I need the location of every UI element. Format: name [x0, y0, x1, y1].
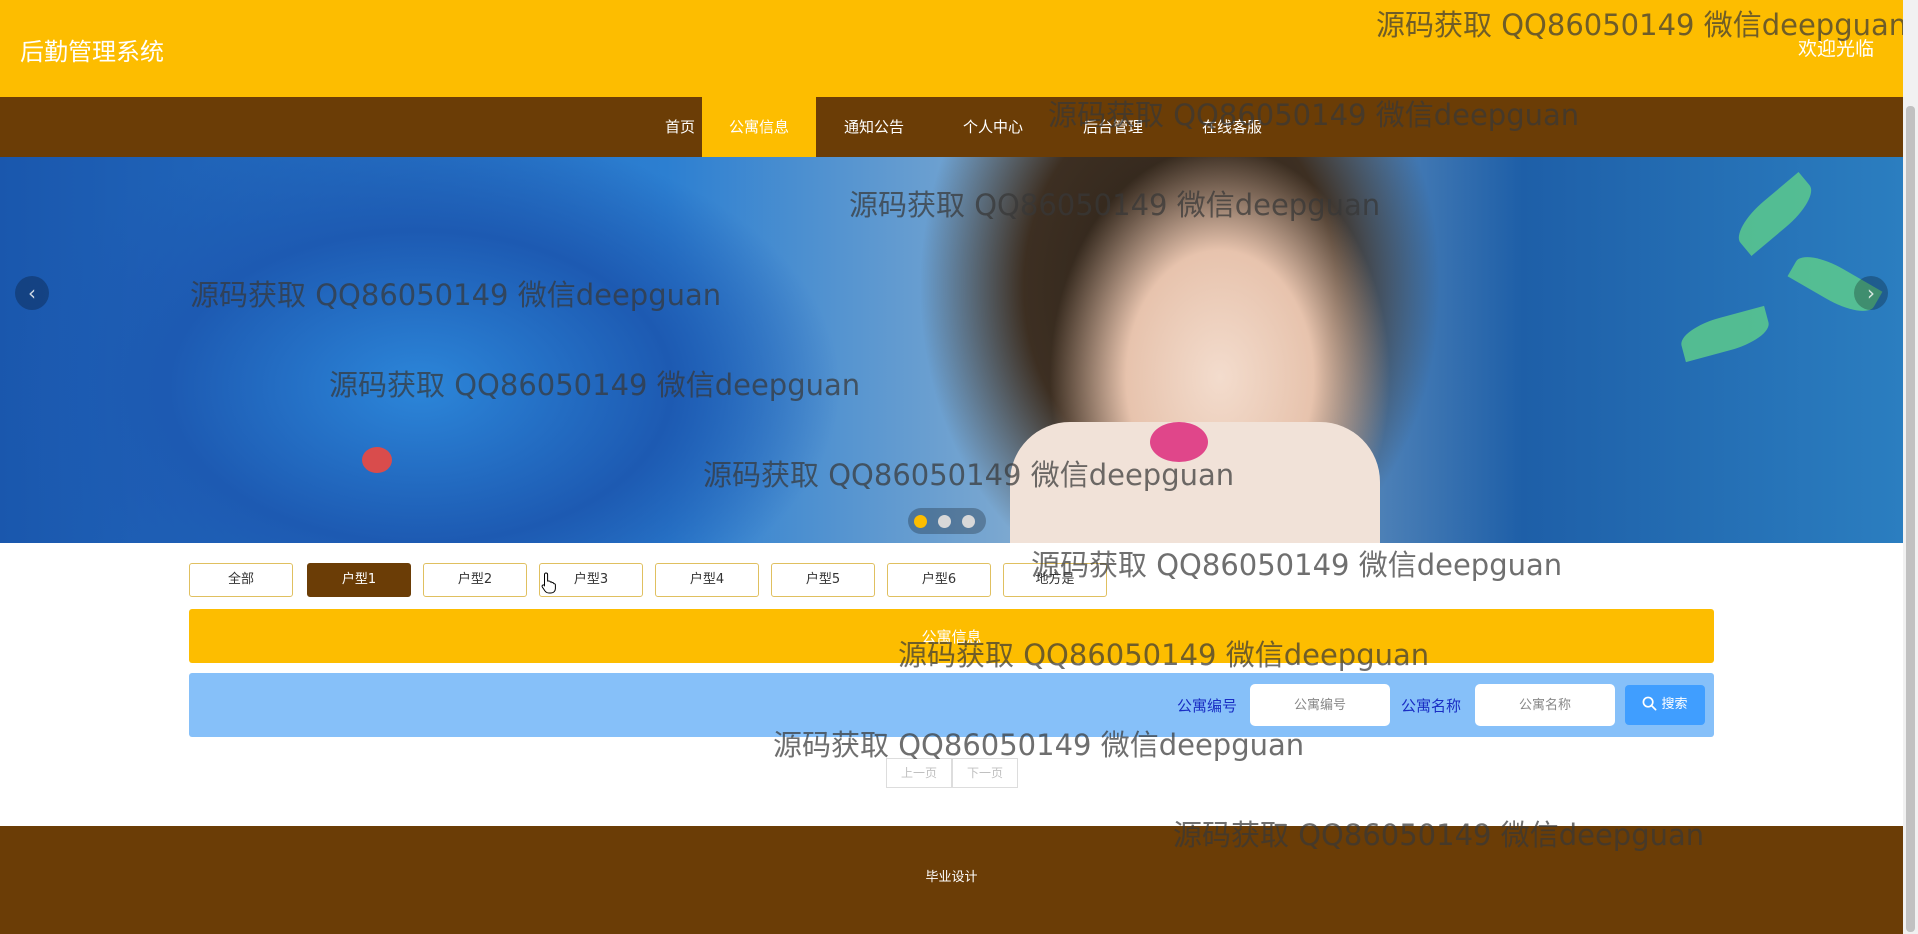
carousel-next-button[interactable]: › [1854, 276, 1888, 310]
filter-type4-button[interactable]: 户型4 [655, 563, 759, 597]
section-title: 公寓信息 [189, 609, 1714, 663]
apartment-number-label: 公寓编号 [1177, 697, 1238, 715]
carousel-dot[interactable] [962, 515, 975, 528]
next-page-button[interactable]: 下一页 [952, 758, 1018, 788]
nav-item-online-service[interactable]: 在线客服 [1175, 97, 1289, 157]
banner-leaf [1729, 172, 1821, 256]
prev-page-button[interactable]: 上一页 [886, 758, 952, 788]
carousel-indicators [908, 508, 986, 534]
main-nav: 首页 公寓信息 通知公告 个人中心 后台管理 在线客服 [0, 97, 1903, 157]
apartment-name-label: 公寓名称 [1401, 697, 1462, 715]
filter-type5-button[interactable]: 户型5 [771, 563, 875, 597]
banner-flower [1150, 422, 1208, 462]
welcome-text: 欢迎光临 [1797, 38, 1874, 60]
banner-leaf [1677, 305, 1773, 363]
apartment-number-input[interactable] [1250, 684, 1390, 726]
page-scrollbar[interactable] [1903, 0, 1918, 934]
filter-type1-button[interactable]: 户型1 [307, 563, 411, 597]
nav-item-apartment-info[interactable]: 公寓信息 [702, 97, 816, 157]
watermark-text: 源码获取 QQ86050149 微信deepguan [1031, 548, 1563, 582]
banner-carousel[interactable] [0, 157, 1903, 543]
filter-type6-button[interactable]: 户型6 [887, 563, 991, 597]
filter-all-button[interactable]: 全部 [189, 563, 293, 597]
page: 后勤管理系统 欢迎光临 首页 公寓信息 通知公告 个人中心 后台管理 在线客服 … [0, 0, 1907, 934]
banner-flower [362, 447, 392, 473]
footer: 毕业设计 [0, 826, 1903, 934]
nav-item-notice[interactable]: 通知公告 [817, 97, 931, 157]
carousel-dot[interactable] [914, 515, 927, 528]
chevron-right-icon: › [1867, 281, 1875, 305]
carousel-dot[interactable] [938, 515, 951, 528]
search-bar: 公寓编号 公寓名称 搜索 [189, 673, 1714, 737]
nav-item-personal-center[interactable]: 个人中心 [936, 97, 1050, 157]
site-title: 后勤管理系统 [20, 38, 164, 66]
apartment-name-input[interactable] [1475, 684, 1615, 726]
chevron-left-icon: ‹ [28, 281, 36, 305]
search-button-label: 搜索 [1661, 697, 1688, 712]
scrollbar-thumb[interactable] [1906, 106, 1915, 932]
search-icon [1643, 696, 1657, 711]
search-button[interactable]: 搜索 [1625, 685, 1705, 725]
footer-text: 毕业设计 [925, 870, 978, 885]
hand-cursor-icon [541, 572, 556, 594]
carousel-prev-button[interactable]: ‹ [15, 276, 49, 310]
filter-type2-button[interactable]: 户型2 [423, 563, 527, 597]
nav-item-admin[interactable]: 后台管理 [1056, 97, 1170, 157]
filter-location-button[interactable]: 地方是 [1003, 563, 1107, 597]
header-bar: 后勤管理系统 欢迎光临 [0, 0, 1903, 97]
